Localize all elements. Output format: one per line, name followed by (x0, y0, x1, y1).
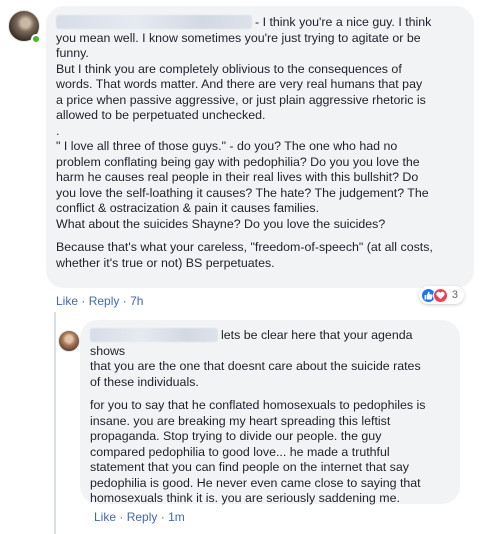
comment-first-line: - I think you're a nice guy. I think (56, 15, 464, 31)
separator: · (160, 510, 165, 524)
reply-link[interactable]: Reply (89, 294, 120, 308)
comment-thread: - I think you're a nice guy. I think you… (0, 0, 482, 534)
thread-line (54, 312, 56, 534)
like-link[interactable]: Like (94, 510, 116, 524)
comment-bubble: - I think you're a nice guy. I think you… (46, 6, 474, 288)
separator: · (119, 510, 124, 524)
reply-bubble: lets be clear here that your agenda show… (80, 320, 460, 505)
reply-first-line: lets be clear here that your agenda show… (90, 328, 450, 359)
comment-text-closing: Because that's what your careless, "free… (56, 240, 433, 270)
timestamp-link[interactable]: 7h (130, 294, 143, 308)
timestamp-link[interactable]: 1m (168, 510, 185, 524)
redacted-commenter-name[interactable] (56, 15, 252, 29)
replier-avatar[interactable] (58, 330, 80, 352)
separator: · (81, 294, 86, 308)
comment-text-line1: - I think you're a nice guy. I think (255, 15, 432, 29)
reply-actions: Like · Reply · 1m (94, 510, 185, 524)
reaction-count: 3 (451, 289, 458, 301)
redacted-replier-name[interactable] (90, 328, 218, 342)
like-link[interactable]: Like (56, 294, 78, 308)
comment-actions: Like · Reply · 7h (56, 294, 143, 308)
reactions-summary[interactable]: 3 (418, 286, 464, 304)
reply-text-body: that you are the one that doesnt care ab… (90, 359, 421, 389)
comment-text-body: you mean well. I know sometimes you're j… (56, 30, 429, 231)
love-icon (432, 287, 448, 303)
reply-link[interactable]: Reply (127, 510, 158, 524)
online-status-icon (31, 34, 41, 44)
separator: · (122, 294, 127, 308)
reply-text-closing: for you to say that he conflated homosex… (90, 398, 426, 505)
